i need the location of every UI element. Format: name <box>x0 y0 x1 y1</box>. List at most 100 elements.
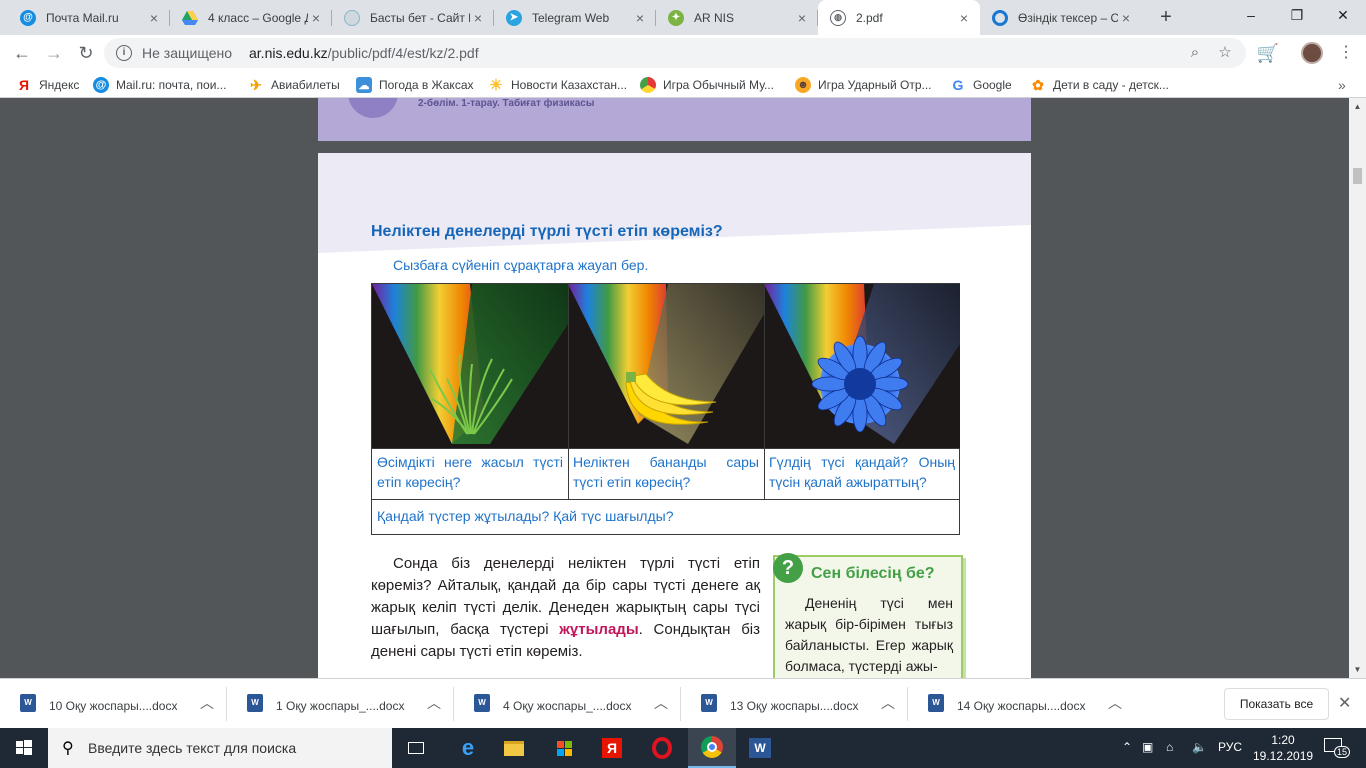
close-tab-icon[interactable]: × <box>956 10 972 26</box>
download-item[interactable]: W 1 Оқу жоспары_....docx ︿ <box>227 679 454 729</box>
chrome-icon[interactable] <box>688 728 736 768</box>
maximize-button[interactable]: ❐ <box>1274 0 1320 30</box>
body-paragraph: Сонда біз денелерді неліктен түрлі түсті… <box>371 555 760 660</box>
network-icon[interactable]: ▣ <box>1142 740 1153 754</box>
close-window-button[interactable]: ✕ <box>1320 0 1366 30</box>
section-heading: Неліктен денелерді түрлі түсті етіп көре… <box>371 223 723 240</box>
zoom-icon[interactable]: ⌕ <box>1186 44 1204 62</box>
mailru-icon: @ <box>93 77 109 93</box>
light-color-figure: Өсімдікті неге жасыл түсті етіп көресің?… <box>371 283 960 535</box>
windows-logo-icon <box>16 740 32 755</box>
security-label[interactable]: Не защищено <box>142 45 232 61</box>
edge-icon[interactable]: e <box>444 728 492 768</box>
pdf-viewer[interactable]: 2-бөлім. 1-тарау. Табиғат физикасы Нелік… <box>0 98 1349 678</box>
chevron-up-icon[interactable]: ︿ <box>881 693 895 713</box>
close-tab-icon[interactable]: × <box>632 10 648 26</box>
did-you-know-box: ? Сен білесің бе? Дененің түсі мен жарық… <box>773 553 963 678</box>
task-view-icon[interactable] <box>392 728 440 768</box>
bookmark-game1[interactable]: Игра Обычный Му... <box>640 75 774 95</box>
bookmark-game2[interactable]: ☻ Игра Ударный Отр... <box>795 75 932 95</box>
profile-avatar[interactable] <box>1298 39 1326 67</box>
back-button[interactable]: ← <box>8 39 36 67</box>
download-item[interactable]: W 4 Оқу жоспары_....docx ︿ <box>454 679 681 729</box>
did-you-know-title: Сен білесің бе? <box>811 565 935 582</box>
tab-ozindik-tekser[interactable]: Өзіндік тексер – Ор × <box>980 0 1142 35</box>
caption-banana: Неліктен бананды сары түсті етіп көресің… <box>568 448 764 499</box>
download-item[interactable]: W 13 Оқу жоспары....docx ︿ <box>681 679 908 729</box>
ar-nis-icon: ✦ <box>668 9 684 26</box>
bookmark-kids[interactable]: ✿ Дети в саду - детск... <box>1030 75 1169 95</box>
bookmark-yandex[interactable]: Я Яндекс <box>16 75 79 95</box>
close-tab-icon[interactable]: × <box>308 10 324 26</box>
volume-icon[interactable]: 🔈 <box>1192 740 1207 754</box>
vertical-scrollbar[interactable]: ▲ ▼ <box>1349 98 1366 678</box>
globe-icon: ◍ <box>830 9 846 26</box>
google-icon: G <box>952 77 964 93</box>
close-tab-icon[interactable]: × <box>146 10 162 26</box>
yandex-browser-icon[interactable]: Я <box>588 728 636 768</box>
bookmarks-more-button[interactable]: » <box>1338 75 1346 95</box>
action-icon[interactable]: ⌂ <box>1166 740 1173 754</box>
circle-o-icon <box>992 9 1008 26</box>
chevron-up-icon[interactable]: ︿ <box>200 693 214 713</box>
chevron-up-icon[interactable]: ︿ <box>654 693 668 713</box>
address-bar[interactable]: i Не защищено ar.nis.edu.kz/public/pdf/4… <box>104 38 1246 68</box>
info-icon[interactable]: i <box>116 45 132 61</box>
chevron-up-icon[interactable]: ︿ <box>427 693 441 713</box>
tab-ar-nis[interactable]: ✦ AR NIS × <box>656 0 818 35</box>
kids-icon: ✿ <box>1032 76 1044 93</box>
yandex-icon: Я <box>18 77 30 93</box>
close-tab-icon[interactable]: × <box>470 10 486 26</box>
start-button[interactable] <box>0 728 48 768</box>
input-language[interactable]: РУС <box>1218 740 1242 754</box>
download-item[interactable]: W 10 Оқу жоспары....docx ︿ <box>0 679 227 729</box>
download-item[interactable]: W 14 Оқу жоспары....docx ︿ <box>908 679 1134 729</box>
bookmark-google[interactable]: G Google <box>950 75 1012 95</box>
chevron-up-icon[interactable]: ︿ <box>1108 693 1122 713</box>
shopping-cart-icon[interactable]: 🛒 <box>1254 39 1282 67</box>
tab-title: Басты бет - Сайт N <box>370 10 470 25</box>
word-doc-icon: W <box>928 694 944 712</box>
bookmark-star-icon[interactable]: ☆ <box>1216 44 1234 62</box>
url-text[interactable]: ar.nis.edu.kz/public/pdf/4/est/kz/2.pdf <box>249 45 479 61</box>
taskbar-search[interactable]: ⚲ Введите здесь текст для поиска <box>48 728 392 768</box>
minimize-button[interactable]: – <box>1228 0 1274 30</box>
store-icon[interactable] <box>540 728 588 768</box>
file-explorer-icon[interactable] <box>490 728 538 768</box>
tab-basty-bet[interactable]: Басты бет - Сайт N × <box>332 0 494 35</box>
close-downloads-icon[interactable]: ✕ <box>1338 693 1351 713</box>
word-doc-icon: W <box>474 694 490 712</box>
tab-google-drive[interactable]: 4 класс – Google Д × <box>170 0 332 35</box>
downloads-bar: W 10 Оқу жоспары....docx ︿ W 1 Оқу жоспа… <box>0 678 1366 728</box>
word-icon[interactable]: W <box>736 728 784 768</box>
bookmark-avia[interactable]: ✈ Авиабилеты <box>248 75 340 95</box>
scroll-up-arrow-icon[interactable]: ▲ <box>1349 98 1366 115</box>
notification-center[interactable]: 15 <box>1324 738 1351 758</box>
panel-flower <box>764 284 960 448</box>
tab-telegram[interactable]: ➤ Telegram Web × <box>494 0 656 35</box>
menu-icon[interactable]: ⋮ <box>1332 39 1360 67</box>
forward-button[interactable]: → <box>40 39 68 67</box>
show-all-downloads-button[interactable]: Показать все <box>1224 688 1329 720</box>
bookmark-mailru[interactable]: @ Mail.ru: почта, пои... <box>93 75 226 95</box>
close-tab-icon[interactable]: × <box>1118 10 1134 26</box>
google-drive-icon <box>182 10 198 26</box>
bookmark-news[interactable]: ☀ Новости Казахстан... <box>488 75 627 95</box>
reload-button[interactable]: ↻ <box>72 39 100 67</box>
bookmark-weather[interactable]: ☁ Погода в Жаксах <box>356 75 474 95</box>
scrollbar-thumb[interactable] <box>1353 168 1362 184</box>
scroll-down-arrow-icon[interactable]: ▼ <box>1349 661 1366 678</box>
system-clock[interactable]: 1:20 19.12.2019 <box>1253 732 1313 764</box>
opera-icon[interactable] <box>638 728 686 768</box>
bookmarks-bar: Я Яндекс @ Mail.ru: почта, пои... ✈ Авиа… <box>0 71 1366 98</box>
new-tab-button[interactable]: + <box>1154 6 1178 30</box>
notification-count: 15 <box>1334 746 1351 758</box>
clock-time: 1:20 <box>1271 733 1295 747</box>
tab-2pdf[interactable]: ◍ 2.pdf × <box>818 0 980 35</box>
telegram-icon: ➤ <box>506 9 522 26</box>
clock-date: 19.12.2019 <box>1253 749 1314 763</box>
word-doc-icon: W <box>247 694 263 712</box>
tray-chevron-icon[interactable]: ⌃ <box>1122 740 1132 754</box>
close-tab-icon[interactable]: × <box>794 10 810 26</box>
tab-mailru[interactable]: @ Почта Mail.ru × <box>8 0 170 35</box>
